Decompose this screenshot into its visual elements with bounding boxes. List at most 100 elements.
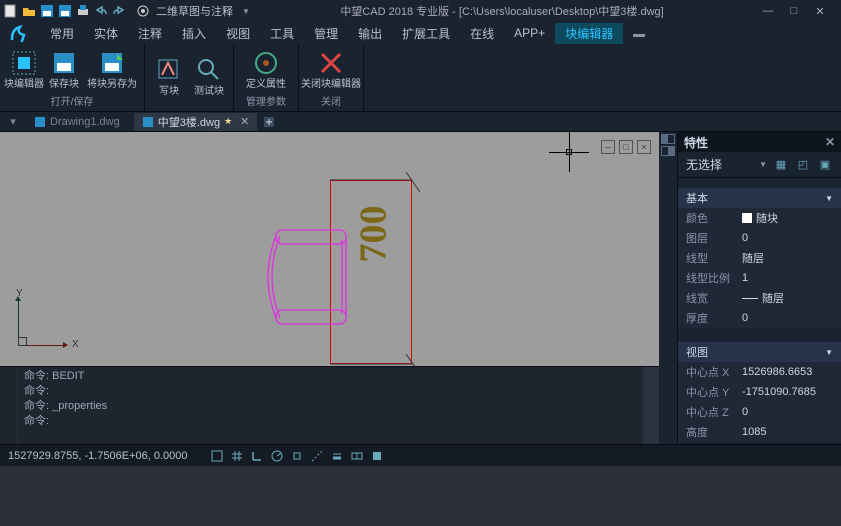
vp-close-icon[interactable]: × — [637, 140, 651, 154]
ribbon-group-close: 关闭块编辑器 关闭 — [299, 44, 364, 111]
btn-define-attr[interactable]: 定义属性 — [238, 47, 294, 92]
vp-max-icon[interactable]: □ — [619, 140, 633, 154]
prop-section-view: 视图▼ 中心点 X1526986.6653 中心点 Y-1751090.7685… — [678, 342, 841, 442]
menu-app[interactable]: APP+ — [504, 24, 555, 42]
workspace-label[interactable]: 二维草图与注释 — [152, 3, 237, 19]
lwt-toggle-icon[interactable] — [328, 448, 346, 464]
workspace-dropdown-icon[interactable]: ▼ — [238, 3, 254, 19]
prop-section-header-basic[interactable]: 基本▼ — [678, 188, 841, 208]
properties-selection-row: 无选择 ▼ ▦ ◰ ▣ — [678, 152, 841, 178]
dimension-value: 700 — [352, 206, 396, 263]
prop-row-center-z[interactable]: 中心点 Z0 — [678, 402, 841, 422]
maximize-icon[interactable]: □ — [785, 5, 803, 18]
polar-toggle-icon[interactable] — [268, 448, 286, 464]
split-right-icon[interactable] — [661, 146, 675, 156]
lineweight-swatch-icon — [742, 298, 758, 299]
btn-close-block-editor[interactable]: 关闭块编辑器 — [303, 47, 359, 92]
ribbon-group-block: 写块 测试块 — [145, 44, 234, 111]
selection-dropdown-icon[interactable]: ▼ — [759, 160, 767, 169]
prop-row-color[interactable]: 颜色随块 — [678, 208, 841, 228]
osnap-toggle-icon[interactable] — [288, 448, 306, 464]
prop-row-layer[interactable]: 图层0 — [678, 228, 841, 248]
app-logo-icon[interactable] — [6, 19, 34, 47]
menu-output[interactable]: 输出 — [348, 23, 392, 44]
properties-panel: 特性 ✕ 无选择 ▼ ▦ ◰ ▣ 基本▼ 颜色随块 图层0 线型随层 线型比例1… — [677, 132, 841, 444]
close-block-editor-icon — [317, 49, 345, 77]
ribbon-group-open-save: 块编辑器 保存块 将块另存为 打开/保存 — [0, 44, 145, 111]
menu-common[interactable]: 常用 — [40, 23, 84, 44]
status-coords[interactable]: 1527929.8755, -1.7506E+06, 0.0000 — [8, 450, 188, 462]
workspace-icon[interactable] — [135, 3, 151, 19]
cmd-gutter — [0, 367, 18, 444]
cmd-scrollbar[interactable] — [643, 367, 659, 444]
btn-test-block[interactable]: 测试块 — [189, 54, 229, 99]
btn-save-block[interactable]: 保存块 — [44, 47, 84, 92]
document-tabs: ▾ Drawing1.dwg 中望3楼.dwg ★ ✕ — [0, 112, 841, 132]
select-objects-icon[interactable]: ◰ — [795, 157, 811, 173]
qat-save-icon[interactable] — [39, 3, 55, 19]
menu-solid[interactable]: 实体 — [84, 23, 128, 44]
status-bar: 1527929.8755, -1.7506E+06, 0.0000 — [0, 444, 841, 466]
model-toggle-icon[interactable] — [368, 448, 386, 464]
menu-express[interactable]: 扩展工具 — [392, 23, 460, 44]
tab-new-icon[interactable] — [263, 116, 277, 128]
viewport-split-bar — [659, 132, 677, 444]
dyn-toggle-icon[interactable] — [348, 448, 366, 464]
prop-row-center-x[interactable]: 中心点 X1526986.6653 — [678, 362, 841, 382]
menu-bar: 常用 实体 注释 插入 视图 工具 管理 输出 扩展工具 在线 APP+ 块编辑… — [0, 22, 841, 44]
btn-block-editor[interactable]: 块编辑器 — [4, 47, 44, 92]
prop-row-linetype[interactable]: 线型随层 — [678, 248, 841, 268]
qat-open-icon[interactable] — [21, 3, 37, 19]
btn-save-block-as[interactable]: 将块另存为 — [84, 47, 140, 92]
tabs-prev-icon[interactable]: ▾ — [6, 115, 20, 128]
ortho-toggle-icon[interactable] — [248, 448, 266, 464]
menu-blockeditor[interactable]: 块编辑器 — [555, 23, 623, 44]
menu-annotate[interactable]: 注释 — [128, 23, 172, 44]
test-block-icon — [195, 56, 223, 84]
prop-row-height[interactable]: 高度1085 — [678, 422, 841, 442]
ribbon-group-title: 打开/保存 — [4, 92, 140, 109]
panel-close-icon[interactable]: ✕ — [825, 135, 835, 149]
prop-section-basic: 基本▼ 颜色随块 图层0 线型随层 线型比例1 线宽随层 厚度0 — [678, 188, 841, 328]
prop-row-ltscale[interactable]: 线型比例1 — [678, 268, 841, 288]
wblock-icon — [155, 56, 183, 84]
prop-section-header-view[interactable]: 视图▼ — [678, 342, 841, 362]
minimize-icon[interactable]: — — [759, 5, 777, 18]
command-line[interactable]: 命令: BEDIT 命令: 命令: _properties 命令: — [0, 366, 659, 444]
tab-close-icon[interactable]: ✕ — [240, 115, 249, 128]
doc-tab-zhongwang[interactable]: 中望3楼.dwg ★ ✕ — [134, 113, 258, 131]
snap-toggle-icon[interactable] — [208, 448, 226, 464]
prop-row-center-y[interactable]: 中心点 Y-1751090.7685 — [678, 382, 841, 402]
grid-toggle-icon[interactable] — [228, 448, 246, 464]
menu-tools[interactable]: 工具 — [260, 23, 304, 44]
doc-icon — [34, 116, 46, 128]
close-icon[interactable]: ✕ — [811, 5, 829, 18]
ribbon-min-icon[interactable] — [631, 25, 647, 41]
vp-min-icon[interactable]: – — [601, 140, 615, 154]
btn-wblock[interactable]: 写块 — [149, 54, 189, 99]
qat-save2-icon[interactable] — [57, 3, 73, 19]
menu-online[interactable]: 在线 — [460, 23, 504, 44]
menu-view[interactable]: 视图 — [216, 23, 260, 44]
prop-row-lineweight[interactable]: 线宽随层 — [678, 288, 841, 308]
qat-undo-icon[interactable] — [93, 3, 109, 19]
qat-plot-icon[interactable] — [75, 3, 91, 19]
otrack-toggle-icon[interactable] — [308, 448, 326, 464]
canvas-wrap: – □ × — [0, 132, 659, 444]
ribbon: 块编辑器 保存块 将块另存为 打开/保存 写块 测试块 — [0, 44, 841, 112]
qat-new-icon[interactable] — [3, 3, 19, 19]
save-block-icon — [50, 49, 78, 77]
quick-select-icon[interactable]: ▦ — [773, 157, 789, 173]
doc-tab-drawing1[interactable]: Drawing1.dwg — [26, 115, 128, 129]
qat-redo-icon[interactable] — [111, 3, 127, 19]
properties-header: 特性 ✕ — [678, 132, 841, 152]
modified-star-icon: ★ — [224, 116, 232, 127]
drawing-canvas[interactable]: – □ × — [0, 132, 659, 366]
split-left-icon[interactable] — [661, 134, 675, 144]
app-title: 中望CAD 2018 专业版 - [C:\Users\localuser\Des… — [255, 3, 749, 19]
pickadd-icon[interactable]: ▣ — [817, 157, 833, 173]
prop-row-thickness[interactable]: 厚度0 — [678, 308, 841, 328]
menu-insert[interactable]: 插入 — [172, 23, 216, 44]
main-area: – □ × — [0, 132, 841, 444]
menu-manage[interactable]: 管理 — [304, 23, 348, 44]
